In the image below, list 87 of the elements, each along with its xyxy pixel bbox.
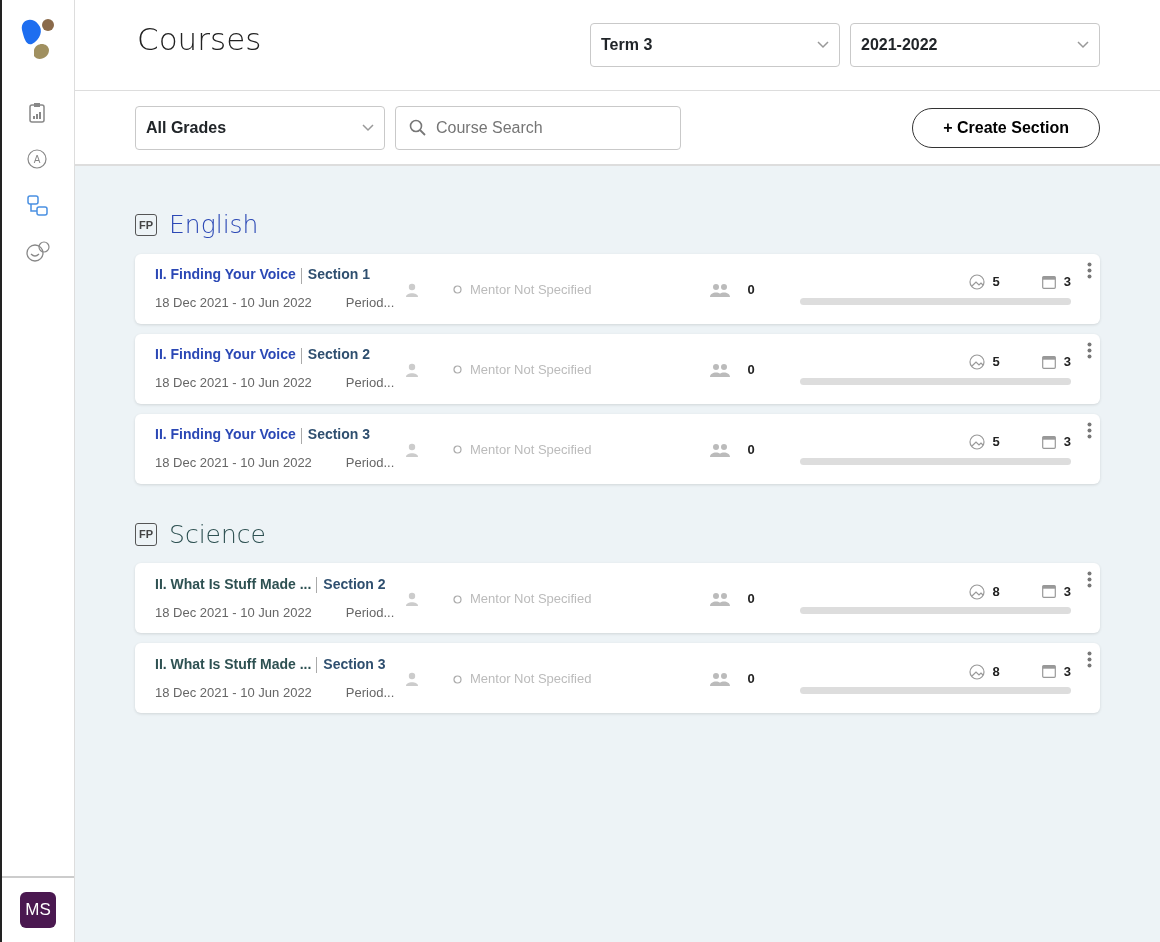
section-label[interactable]: Section 3 (307, 426, 371, 443)
period-label: Period... (345, 374, 395, 393)
window-icon (1041, 665, 1056, 678)
circle-icon (453, 674, 462, 684)
person-icon (405, 362, 419, 377)
date-range: 18 Dec 2021 - 10 Jun 2022 (155, 683, 312, 702)
page-title: Courses (137, 21, 262, 59)
mentor-label: Mentor Not Specified (470, 280, 592, 299)
unit-count: 3 (1063, 353, 1071, 372)
image-icon (968, 354, 985, 370)
grade-dropdown[interactable]: All Grades (135, 105, 385, 150)
person-icon (405, 442, 419, 457)
unit-count: 3 (1063, 433, 1071, 452)
date-range: 18 Dec 2021 - 10 Jun 2022 (155, 374, 312, 393)
mentor-label: Mentor Not Specified (470, 590, 592, 609)
more-options-icon[interactable] (1087, 341, 1092, 359)
period-label: Period... (345, 454, 395, 473)
circle-icon (453, 365, 462, 374)
section-label[interactable]: Section 2 (323, 575, 386, 592)
course-title[interactable]: II. What Is Stuff Made ... (155, 575, 312, 592)
window-icon (1041, 585, 1056, 598)
more-options-icon[interactable] (1087, 571, 1092, 588)
year-dropdown[interactable]: 2021-2022 (850, 23, 1100, 67)
course-title[interactable]: II. Finding Your Voice (155, 346, 296, 363)
people-icon (709, 362, 732, 377)
lesson-count: 8 (992, 662, 1000, 681)
course-title[interactable]: II. Finding Your Voice (155, 426, 296, 443)
term-dropdown[interactable]: Term 3 (590, 23, 840, 67)
more-options-icon[interactable] (1087, 651, 1092, 668)
subject-badge: FP (135, 213, 158, 236)
smiley-faces-icon[interactable] (26, 240, 50, 264)
subject-title: English (169, 209, 259, 241)
person-icon (405, 282, 419, 297)
image-icon (968, 434, 985, 450)
image-icon (968, 583, 985, 600)
people-icon (709, 442, 732, 457)
create-section-button[interactable]: + Create Section (912, 107, 1100, 148)
mentor-label: Mentor Not Specified (470, 670, 592, 689)
unit-count: 3 (1063, 273, 1071, 292)
more-options-icon[interactable] (1087, 261, 1092, 279)
section-label[interactable]: Section 2 (307, 346, 371, 363)
window-icon (1041, 355, 1056, 369)
period-label: Period... (345, 294, 395, 313)
circle-icon (453, 445, 462, 454)
lesson-count: 5 (992, 353, 1000, 372)
chevron-down-icon (1077, 41, 1089, 49)
section-label[interactable]: Section 3 (323, 655, 386, 672)
person-icon (405, 592, 419, 606)
student-count: 0 (747, 280, 755, 299)
window-icon (1041, 435, 1056, 449)
student-count: 0 (747, 670, 755, 689)
connected-boxes-icon[interactable] (26, 194, 50, 218)
mentor-label: Mentor Not Specified (470, 440, 592, 459)
circled-letter-icon[interactable]: A (26, 148, 50, 172)
image-icon (968, 663, 985, 680)
unit-count: 3 (1063, 662, 1071, 681)
section-label[interactable]: Section 1 (307, 266, 371, 283)
people-icon (709, 672, 732, 686)
student-count: 0 (747, 360, 755, 379)
period-label: Period... (345, 683, 395, 702)
more-options-icon[interactable] (1087, 421, 1092, 439)
circle-icon (453, 285, 462, 294)
people-icon (709, 592, 732, 606)
course-title[interactable]: II. What Is Stuff Made ... (155, 655, 312, 672)
course-title[interactable]: II. Finding Your Voice (155, 266, 296, 283)
user-avatar[interactable]: MS (20, 892, 56, 928)
subject-title: Science (169, 518, 266, 551)
chevron-down-icon (362, 123, 374, 132)
unit-count: 3 (1063, 582, 1071, 601)
person-icon (405, 672, 419, 686)
date-range: 18 Dec 2021 - 10 Jun 2022 (155, 454, 312, 473)
subject-badge: FP (135, 523, 158, 546)
lesson-count: 5 (992, 273, 1000, 292)
search-field[interactable]: Course Search (395, 105, 681, 150)
lesson-count: 8 (992, 582, 1000, 601)
people-icon (709, 282, 732, 297)
image-icon (968, 274, 985, 290)
mentor-label: Mentor Not Specified (470, 360, 592, 379)
student-count: 0 (747, 440, 755, 459)
student-count: 0 (747, 590, 755, 609)
period-label: Period... (345, 603, 395, 622)
circle-icon (453, 594, 462, 604)
lesson-count: 5 (992, 433, 1000, 452)
chevron-down-icon (817, 41, 829, 49)
date-range: 18 Dec 2021 - 10 Jun 2022 (155, 294, 312, 313)
date-range: 18 Dec 2021 - 10 Jun 2022 (155, 603, 312, 622)
window-icon (1041, 275, 1056, 289)
